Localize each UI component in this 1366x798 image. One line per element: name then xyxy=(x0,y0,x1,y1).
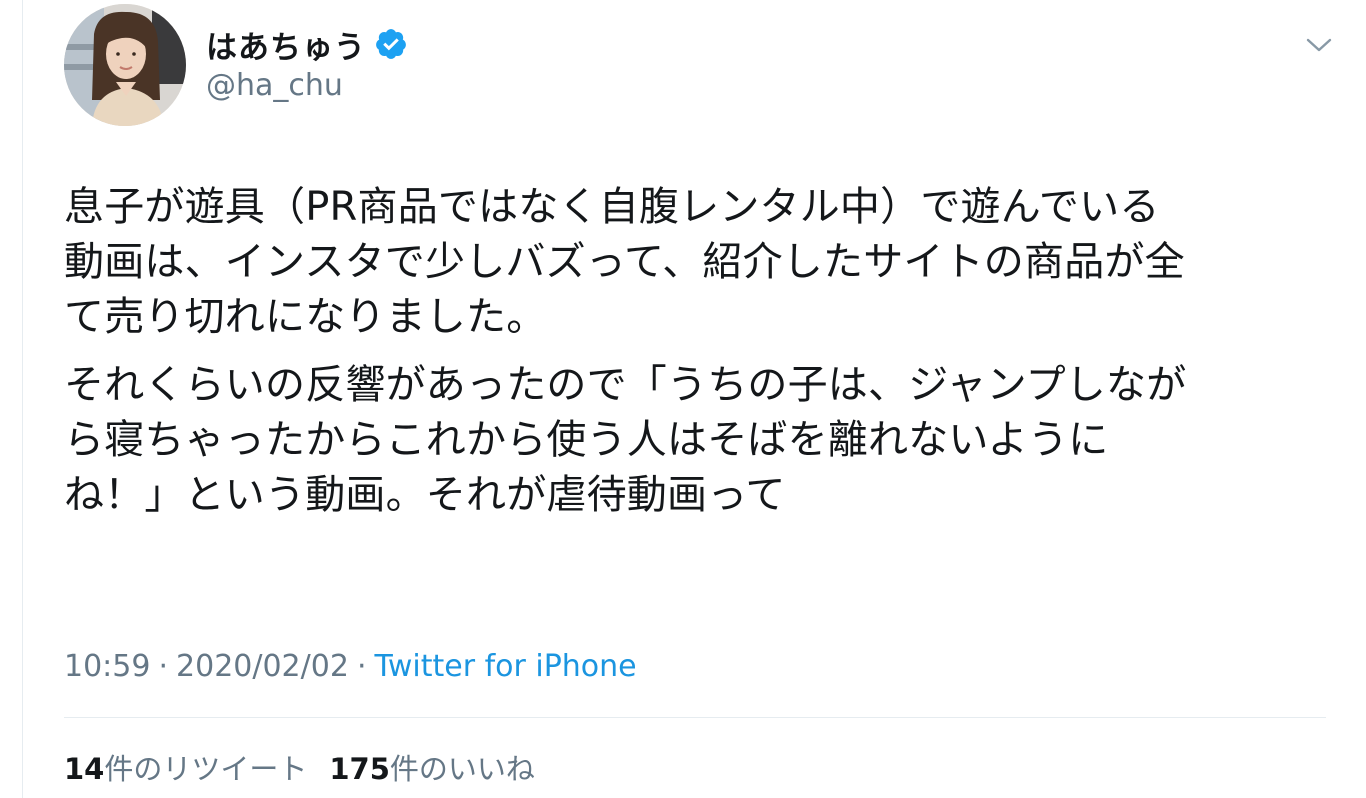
display-name[interactable]: はあちゅう xyxy=(206,22,366,67)
tweet-text: 息子が遊具（PR商品ではなく自腹レンタル中）で遊んでいる 動画は、インスタで少し… xyxy=(64,180,1326,536)
meta-separator: · xyxy=(158,648,169,684)
meta-separator: · xyxy=(356,648,367,684)
tweet-line: 動画は、インスタで少しバズって、紹介したサイトの商品が全 xyxy=(64,239,1185,285)
likes-label: 件のいいね xyxy=(389,752,535,786)
user-handle[interactable]: @ha_chu xyxy=(206,68,343,103)
tweet-source-link[interactable]: Twitter for iPhone xyxy=(374,649,636,684)
retweets-count: 14 xyxy=(64,752,105,786)
verified-badge-icon xyxy=(374,27,408,61)
retweets-label: 件のリツイート xyxy=(104,752,308,786)
tweet-line: 息子が遊具（PR商品ではなく自腹レンタル中）で遊んでいる xyxy=(64,184,1160,230)
tweet-paragraph: それくらいの反響があったので「うちの子は、ジャンプしなが ら寝ちゃったからこれか… xyxy=(64,358,1326,523)
tweet-line: それくらいの反響があったので「うちの子は、ジャンプしなが xyxy=(64,362,1187,408)
display-name-row: はあちゅう xyxy=(206,20,408,68)
tweet-line: て売り切れになりました。 xyxy=(64,294,547,340)
tweet-detail: はあちゅう @ha_chu 息子が遊具（PR商品ではなく自腹レンタル中）で遊んで… xyxy=(64,0,1332,798)
tweet-time[interactable]: 10:59 xyxy=(64,649,150,684)
tweet-paragraph: 息子が遊具（PR商品ではなく自腹レンタル中）で遊んでいる 動画は、インスタで少し… xyxy=(64,180,1326,345)
likes-count: 175 xyxy=(329,752,390,786)
retweets-stat[interactable]: 14 件のリツイート xyxy=(64,746,307,788)
tweet-meta: 10:59 · 2020/02/02 · Twitter for iPhone xyxy=(64,644,637,688)
avatar[interactable] xyxy=(64,4,186,126)
avatar-photo xyxy=(64,4,186,126)
timeline-border xyxy=(22,0,23,798)
chevron-down-icon xyxy=(1306,38,1332,52)
tweet-line: ら寝ちゃったからこれから使う人はそばを離れないように xyxy=(64,417,1109,463)
tweet-stats: 14 件のリツイート 175 件のいいね xyxy=(64,746,557,788)
tweet-date[interactable]: 2020/02/02 xyxy=(176,649,349,684)
tweet-menu-button[interactable] xyxy=(1302,30,1336,60)
likes-stat[interactable]: 175 件のいいね xyxy=(329,746,535,788)
tweet-line: ね！」という動画。それが虐待動画って xyxy=(64,472,786,518)
stats-divider xyxy=(64,717,1326,718)
